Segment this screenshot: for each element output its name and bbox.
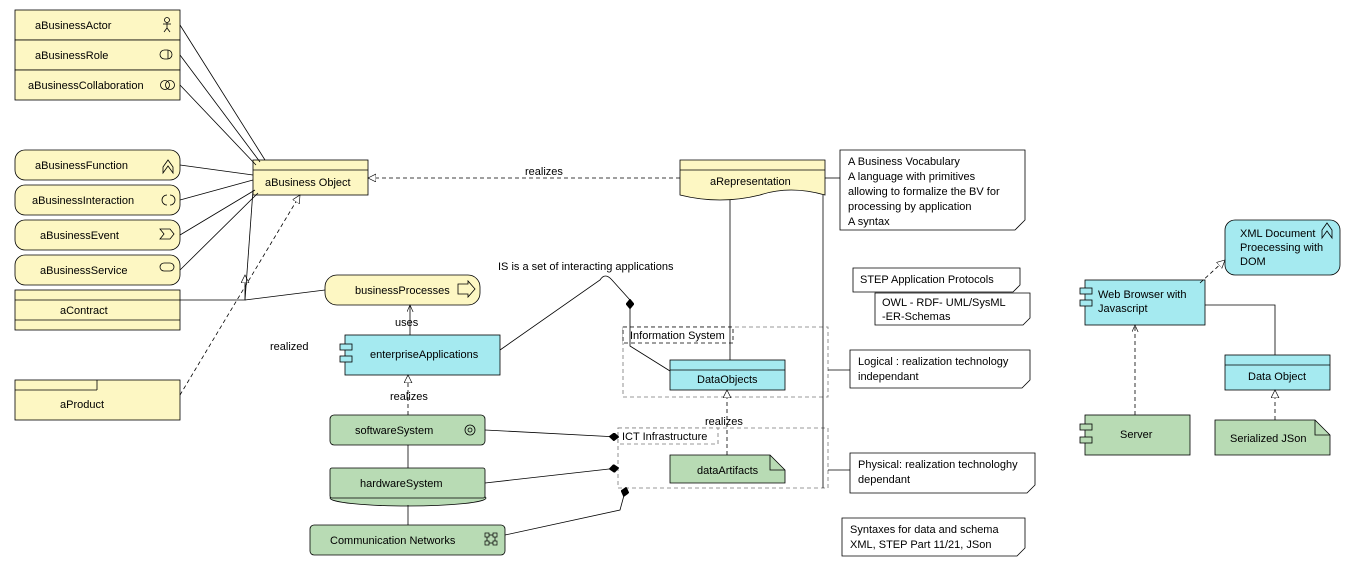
line: A syntax bbox=[848, 216, 890, 228]
line: Syntaxes for data and schema bbox=[850, 524, 999, 536]
line: XML, STEP Part 11/21, JSon bbox=[850, 539, 991, 551]
line: allowing to formalize the BV for bbox=[848, 186, 1000, 198]
composition bbox=[505, 488, 626, 535]
connector bbox=[180, 55, 260, 162]
label: DataObjects bbox=[697, 374, 758, 386]
line: STEP Application Protocols bbox=[860, 274, 994, 286]
label: aBusinessFunction bbox=[35, 160, 128, 172]
connector bbox=[180, 165, 253, 175]
business-object-box: aBusiness Object bbox=[253, 160, 368, 195]
label: aContract bbox=[60, 305, 108, 317]
communication-networks-box: Communication Networks bbox=[310, 525, 505, 555]
enterprise-applications-box: enterpriseApplications bbox=[340, 335, 500, 375]
is-curve bbox=[500, 276, 630, 350]
label: aBusinessService bbox=[40, 265, 127, 277]
data-object-right: Data Object bbox=[1225, 355, 1330, 390]
line: independant bbox=[858, 371, 919, 383]
archimate-diagram: aBusinessActor aBusinessRole aBusinessCo… bbox=[0, 0, 1366, 574]
composition bbox=[485, 430, 618, 437]
product-box: aProduct bbox=[15, 380, 180, 420]
line: OWL - RDF- UML/SysML bbox=[882, 297, 1006, 309]
connector bbox=[180, 85, 256, 165]
label: softwareSystem bbox=[355, 425, 433, 437]
ict-label: ICT Infrastructure bbox=[622, 431, 707, 443]
line: DOM bbox=[1240, 256, 1266, 268]
data-artifacts-box: dataArtifacts bbox=[670, 455, 785, 483]
label: Serialized JSon bbox=[1230, 433, 1306, 445]
label: aRepresentation bbox=[710, 176, 791, 188]
realizes-label: realizes bbox=[525, 166, 563, 178]
hardware-system-box: hardwareSystem bbox=[330, 468, 486, 506]
business-function-box: aBusinessFunction bbox=[15, 150, 180, 180]
software-system-box: softwareSystem bbox=[330, 415, 485, 445]
business-interaction-box: aBusinessInteraction bbox=[15, 185, 180, 215]
label: hardwareSystem bbox=[360, 478, 443, 490]
business-collaboration-box: aBusinessCollaboration bbox=[15, 70, 180, 100]
business-service-box: aBusinessService bbox=[15, 255, 180, 285]
physical-note: Physical: realization technologhy depend… bbox=[850, 453, 1035, 493]
data-objects-box: DataObjects bbox=[670, 360, 785, 390]
connector bbox=[245, 290, 325, 300]
label: aBusinessActor bbox=[35, 20, 112, 32]
connector bbox=[1205, 305, 1275, 355]
label: aBusinessInteraction bbox=[32, 195, 134, 207]
line: -ER-Schemas bbox=[882, 311, 951, 323]
label: Server bbox=[1120, 429, 1153, 441]
label: aBusinessEvent bbox=[40, 230, 119, 242]
label: aBusiness Object bbox=[265, 177, 351, 189]
line: dependant bbox=[858, 474, 910, 486]
is-set-label: IS is a set of interacting applications bbox=[498, 261, 674, 273]
business-role-box: aBusinessRole bbox=[15, 40, 180, 70]
realized-label: realized bbox=[270, 341, 309, 353]
label: enterpriseApplications bbox=[370, 349, 479, 361]
line: A language with primitives bbox=[848, 171, 976, 183]
server-box: Server bbox=[1080, 415, 1190, 455]
web-browser-box: Web Browser with Javascript bbox=[1080, 280, 1205, 325]
realizes-label: realizes bbox=[390, 391, 428, 403]
label: businessProcesses bbox=[355, 285, 450, 297]
composition bbox=[485, 468, 618, 483]
business-processes-box: businessProcesses bbox=[325, 275, 480, 305]
connector bbox=[245, 190, 253, 300]
specialization-connector bbox=[180, 275, 245, 300]
logical-note: Logical : realization technology indepen… bbox=[850, 350, 1030, 388]
connector bbox=[180, 193, 258, 270]
line: Logical : realization technology bbox=[858, 356, 1009, 368]
label: Communication Networks bbox=[330, 535, 456, 547]
xml-dom-box: XML Document Proecessing with DOM bbox=[1225, 220, 1340, 275]
business-event-box: aBusinessEvent bbox=[15, 220, 180, 250]
label: Data Object bbox=[1248, 371, 1306, 383]
realizes-label: realizes bbox=[705, 416, 743, 428]
step-note: STEP Application Protocols OWL - RDF- UM… bbox=[853, 268, 1030, 325]
connector bbox=[180, 25, 265, 160]
realization-connector bbox=[1200, 260, 1225, 283]
representation-box: aRepresentation bbox=[680, 160, 825, 200]
line: Javascript bbox=[1098, 303, 1148, 315]
info-sys-label: Information System bbox=[630, 330, 725, 342]
line: Web Browser with bbox=[1098, 289, 1186, 301]
label: aProduct bbox=[60, 399, 104, 411]
label: dataArtifacts bbox=[697, 465, 759, 477]
line: XML Document bbox=[1240, 228, 1315, 240]
line: Proecessing with bbox=[1240, 242, 1323, 254]
line: processing by application bbox=[848, 201, 972, 213]
label: aBusinessCollaboration bbox=[28, 80, 144, 92]
serialized-json-box: Serialized JSon bbox=[1215, 420, 1330, 455]
label: aBusinessRole bbox=[35, 50, 108, 62]
vocab-note: A Business Vocabulary A language with pr… bbox=[840, 150, 1025, 230]
contract-box: aContract bbox=[15, 290, 180, 330]
line: Physical: realization technologhy bbox=[858, 459, 1018, 471]
syntax-note: Syntaxes for data and schema XML, STEP P… bbox=[842, 518, 1025, 556]
business-actor-box: aBusinessActor bbox=[15, 10, 180, 40]
connector bbox=[180, 180, 253, 200]
uses-label: uses bbox=[395, 317, 419, 329]
line: A Business Vocabulary bbox=[848, 156, 960, 168]
